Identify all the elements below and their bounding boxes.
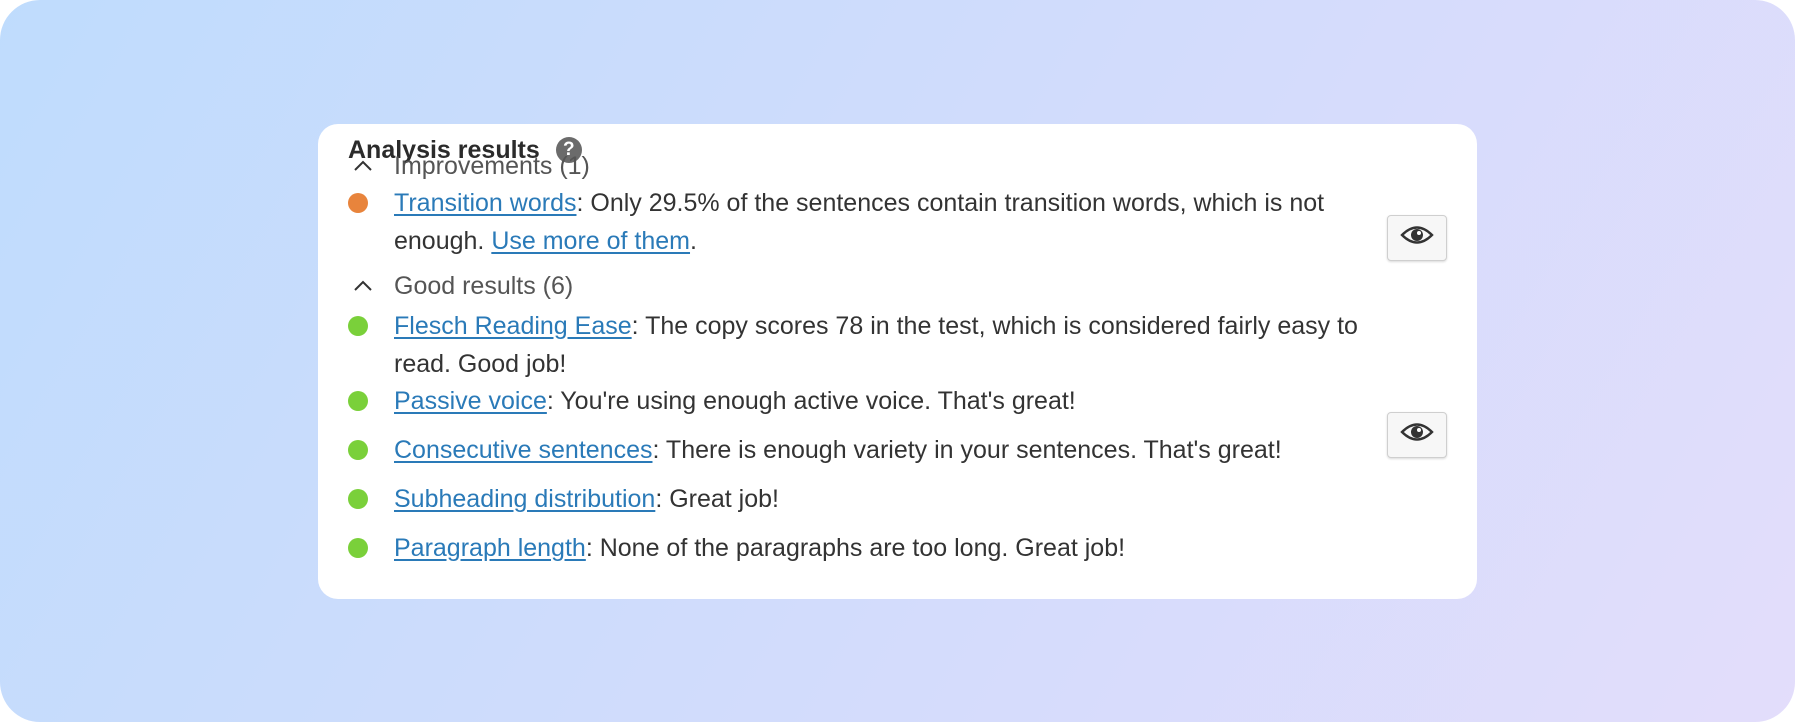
good-results-label: Good results (6) xyxy=(394,271,574,300)
analysis-results-panel: Analysis results ? Improvements (1) Tran… xyxy=(318,124,1477,599)
chevron-up-icon xyxy=(348,271,378,301)
subheading-distribution-link[interactable]: Subheading distribution xyxy=(394,485,655,513)
result-text: Transition words: Only 29.5% of the sent… xyxy=(394,189,1325,255)
improvements-label: Improvements (1) xyxy=(394,151,590,180)
result-text: Flesch Reading Ease: The copy scores 78 … xyxy=(394,312,1358,378)
eye-icon xyxy=(1400,421,1434,450)
consecutive-sentences-link[interactable]: Consecutive sentences xyxy=(394,436,652,464)
result-text: Passive voice: You're using enough activ… xyxy=(394,387,1076,415)
eye-icon xyxy=(1400,224,1434,253)
good-bullet-icon xyxy=(348,391,368,411)
result-item-subheading-distribution: Subheading distribution: Great job! xyxy=(348,480,1368,518)
result-item-flesch-reading-ease: Flesch Reading Ease: The copy scores 78 … xyxy=(348,307,1368,383)
flesch-reading-ease-link[interactable]: Flesch Reading Ease xyxy=(394,312,632,340)
result-item-passive-voice: Passive voice: You're using enough activ… xyxy=(348,382,1368,420)
result-item-paragraph-length: Paragraph length: None of the paragraphs… xyxy=(348,529,1368,567)
eye-button-passive-voice[interactable] xyxy=(1387,412,1447,458)
good-bullet-icon xyxy=(348,440,368,460)
passive-voice-link[interactable]: Passive voice xyxy=(394,387,547,415)
good-bullet-icon xyxy=(348,316,368,336)
paragraph-length-link[interactable]: Paragraph length xyxy=(394,534,586,562)
result-item-consecutive-sentences: Consecutive sentences: There is enough v… xyxy=(348,431,1368,469)
transition-words-link[interactable]: Transition words xyxy=(394,189,576,217)
eye-button-transition-words[interactable] xyxy=(1387,215,1447,261)
good-results-toggle[interactable]: Good results (6) xyxy=(348,268,573,304)
good-bullet-icon xyxy=(348,489,368,509)
good-bullet-icon xyxy=(348,538,368,558)
background-frame: Analysis results ? Improvements (1) Tran… xyxy=(0,0,1795,722)
chevron-up-icon xyxy=(348,151,378,181)
use-more-of-them-link[interactable]: Use more of them xyxy=(491,227,690,255)
result-item-transition-words: Transition words: Only 29.5% of the sent… xyxy=(348,184,1368,260)
result-text: Paragraph length: None of the paragraphs… xyxy=(394,534,1126,562)
result-text: Subheading distribution: Great job! xyxy=(394,485,779,513)
result-text: Consecutive sentences: There is enough v… xyxy=(394,436,1282,464)
problem-bullet-icon xyxy=(348,193,368,213)
improvements-toggle[interactable]: Improvements (1) xyxy=(348,148,590,184)
